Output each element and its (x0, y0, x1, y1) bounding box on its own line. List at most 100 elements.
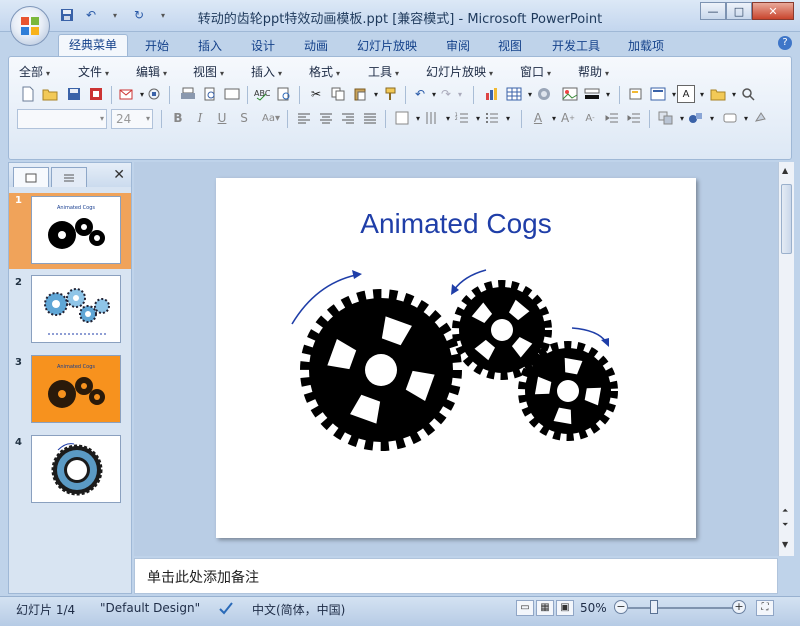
dropdown-icon[interactable]: ▾ (451, 85, 469, 103)
menu-file[interactable]: 文件 ▾ (78, 63, 109, 80)
print-icon[interactable] (179, 85, 197, 103)
slide-canvas[interactable]: Animated Cogs (216, 178, 696, 538)
spell-check-icon[interactable] (218, 601, 234, 618)
tab-home[interactable]: 开始 (145, 36, 169, 56)
tab-classic-menu[interactable]: 经典菜单 (58, 34, 129, 56)
previous-slide-icon[interactable]: ⏶ (782, 506, 788, 516)
font-name-combo[interactable]: ▾ (17, 109, 107, 129)
slide-show-view-icon[interactable] (223, 85, 241, 103)
decrease-font-icon[interactable]: A- (581, 109, 599, 127)
slide-show-icon[interactable]: ▣ (556, 600, 574, 616)
chart-icon[interactable] (483, 85, 501, 103)
shadow-button[interactable]: S (235, 109, 253, 127)
outline-tab[interactable] (51, 167, 87, 187)
slide-number: 1 (15, 195, 22, 206)
tab-developer[interactable]: 开发工具 (552, 36, 600, 56)
spelling-icon[interactable]: ABC (253, 85, 271, 103)
rotation-arrow-medium (451, 269, 487, 295)
decrease-indent-icon[interactable] (603, 109, 621, 127)
scroll-thumb[interactable] (781, 184, 792, 254)
notes-placeholder: 单击此处添加备注 (147, 570, 259, 586)
permission-icon[interactable] (87, 85, 105, 103)
help-icon[interactable]: ? (778, 36, 792, 50)
research-icon[interactable] (275, 85, 293, 103)
align-right-icon[interactable] (339, 109, 357, 127)
insert-picture-icon[interactable] (561, 85, 579, 103)
bold-button[interactable]: B (169, 109, 187, 127)
dropdown-icon[interactable]: ▾ (599, 85, 617, 103)
slide-thumbnail-1[interactable]: 1 Animated Cogs (9, 193, 131, 269)
pane-tabs: ✕ (9, 163, 131, 187)
office-button[interactable] (10, 6, 50, 46)
zoom-slider-handle[interactable] (650, 600, 658, 614)
slide-counter: 幻灯片 1/4 (16, 603, 76, 617)
minimize-button[interactable]: — (700, 2, 726, 20)
justify-icon[interactable] (361, 109, 379, 127)
publish-icon[interactable] (145, 85, 163, 103)
svg-text:ABC: ABC (254, 89, 270, 98)
slide-thumbnail-4[interactable]: 4 (9, 435, 131, 509)
increase-indent-icon[interactable] (625, 109, 643, 127)
copy-icon[interactable] (329, 85, 347, 103)
tab-view[interactable]: 视图 (498, 36, 522, 56)
tab-addins[interactable]: 加载项 (628, 36, 664, 56)
cogs-graphic[interactable] (216, 178, 696, 538)
menu-slideshow[interactable]: 幻灯片放映 ▾ (426, 63, 493, 80)
menu-all[interactable]: 全部 ▾ (19, 63, 50, 80)
zoom-out-button[interactable]: − (614, 600, 628, 614)
slide-thumbnail-2[interactable]: 2 (9, 275, 131, 349)
slide-sorter-view-icon[interactable]: ▦ (536, 600, 554, 616)
zoom-in-button[interactable]: + (732, 600, 746, 614)
next-slide-icon[interactable]: ⏷ (782, 520, 788, 530)
scroll-down-icon[interactable]: ▼ (782, 540, 788, 549)
close-pane-icon[interactable]: ✕ (113, 167, 125, 183)
thumbnail-image: Animated Cogs (31, 355, 121, 423)
align-left-icon[interactable] (295, 109, 313, 127)
tab-slideshow[interactable]: 幻灯片放映 (357, 36, 417, 56)
tab-insert[interactable]: 插入 (198, 36, 222, 56)
zoom-slider-track[interactable] (628, 607, 734, 609)
dropdown-icon[interactable]: ▾ (499, 109, 517, 127)
clipart-icon[interactable] (535, 85, 553, 103)
maximize-button[interactable]: □ (726, 2, 752, 20)
new-slide-icon[interactable] (627, 85, 645, 103)
vertical-scrollbar[interactable]: ▲ ⏶ ⏷ ▼ (778, 162, 794, 556)
align-center-icon[interactable] (317, 109, 335, 127)
print-preview-icon[interactable] (201, 85, 219, 103)
change-case-button[interactable]: Aa▾ (259, 109, 283, 127)
open-icon[interactable] (41, 85, 59, 103)
italic-button[interactable]: I (191, 109, 209, 127)
menu-view[interactable]: 视图 ▾ (193, 63, 224, 80)
notes-pane[interactable]: 单击此处添加备注 (134, 558, 778, 594)
menu-help[interactable]: 帮助 ▾ (578, 63, 609, 80)
new-icon[interactable] (19, 85, 37, 103)
menu-format[interactable]: 格式 ▾ (309, 63, 340, 80)
tab-design[interactable]: 设计 (251, 36, 275, 56)
language-indicator[interactable]: 中文(简体，中国) (252, 601, 345, 618)
normal-view-icon[interactable]: ▭ (516, 600, 534, 616)
zoom-level[interactable]: 50% (580, 601, 607, 615)
font-size-combo[interactable]: 24 ▾ (111, 109, 153, 129)
tab-review[interactable]: 审阅 (446, 36, 470, 56)
font-size-value: 24 (116, 112, 132, 126)
cut-icon[interactable]: ✂ (307, 85, 325, 103)
theme-name[interactable]: "Default Design" (100, 601, 200, 615)
menu-tools[interactable]: 工具 ▾ (368, 63, 399, 80)
increase-font-icon[interactable]: A + (559, 109, 577, 127)
slides-tab[interactable] (13, 167, 49, 187)
fit-to-window-icon[interactable]: ⛶ (756, 600, 774, 616)
slide-thumbnail-3[interactable]: 3 Animated Cogs (9, 355, 131, 429)
dropdown-icon[interactable]: ▾ (703, 109, 721, 127)
underline-button[interactable]: U (213, 109, 231, 127)
menu-edit[interactable]: 编辑 ▾ (136, 63, 167, 80)
tab-animations[interactable]: 动画 (304, 36, 328, 56)
menu-insert[interactable]: 插入 ▾ (251, 63, 282, 80)
zoom-search-icon[interactable] (739, 85, 757, 103)
format-painter-icon[interactable] (381, 85, 399, 103)
menu-window[interactable]: 窗口 ▾ (520, 63, 551, 80)
shape-fill-icon[interactable] (751, 109, 769, 127)
close-button[interactable]: ✕ (752, 2, 794, 20)
save-icon[interactable] (65, 85, 83, 103)
status-bar: 幻灯片 1/4 "Default Design" 中文(简体，中国) ▭ ▦ ▣… (0, 596, 800, 626)
scroll-up-icon[interactable]: ▲ (782, 166, 788, 175)
